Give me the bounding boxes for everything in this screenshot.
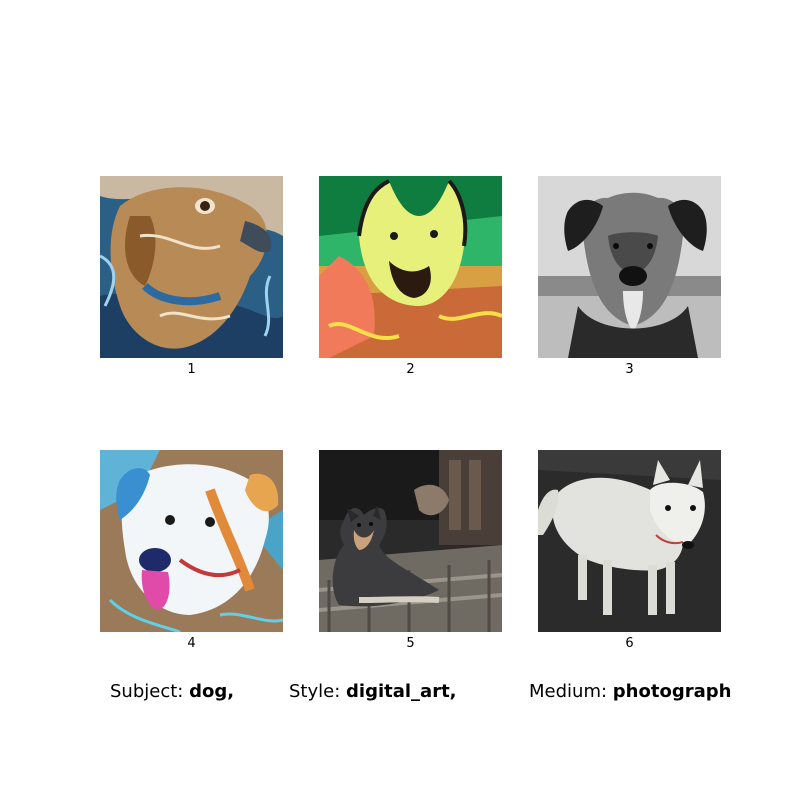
dog-image-1 bbox=[100, 176, 283, 358]
medium-caption: Medium: photograph bbox=[529, 681, 731, 703]
image-number-6: 6 bbox=[625, 636, 634, 651]
image-number-2: 2 bbox=[406, 362, 415, 377]
image-cell-3: 3 bbox=[538, 176, 721, 378]
image-number-3: 3 bbox=[625, 362, 634, 377]
image-cell-1: 1 bbox=[100, 176, 283, 378]
image-cell-4: 4 bbox=[100, 450, 283, 652]
dog-image-2 bbox=[319, 176, 502, 358]
dog-image-5-art bbox=[319, 450, 502, 632]
dog-image-5 bbox=[319, 450, 502, 632]
dog-image-4 bbox=[100, 450, 283, 632]
style-caption: Style: digital_art, bbox=[289, 681, 457, 703]
subject-label: Subject: bbox=[110, 681, 184, 702]
image-cell-2: 2 bbox=[319, 176, 502, 378]
dog-image-6 bbox=[538, 450, 721, 632]
dog-image-2-art bbox=[319, 176, 502, 358]
dog-image-4-art bbox=[100, 450, 283, 632]
image-cell-6: 6 bbox=[538, 450, 721, 652]
style-value: digital_art, bbox=[346, 681, 457, 702]
dog-image-3 bbox=[538, 176, 721, 358]
image-cell-5: 5 bbox=[319, 450, 502, 652]
dog-image-1-art bbox=[100, 176, 283, 358]
image-number-4: 4 bbox=[187, 636, 196, 651]
style-label: Style: bbox=[289, 681, 341, 702]
image-number-1: 1 bbox=[187, 362, 196, 377]
subject-value: dog, bbox=[189, 681, 235, 702]
dog-image-6-art bbox=[538, 450, 721, 632]
subject-caption: Subject: dog, bbox=[110, 681, 234, 703]
medium-label: Medium: bbox=[529, 681, 608, 702]
dog-image-3-art bbox=[538, 176, 721, 358]
image-number-5: 5 bbox=[406, 636, 415, 651]
medium-value: photograph bbox=[612, 681, 732, 702]
